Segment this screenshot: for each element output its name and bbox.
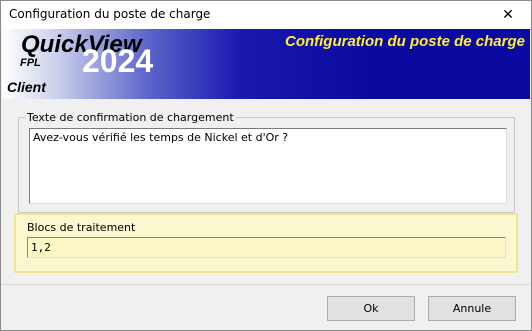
window-title: Configuration du poste de charge [9, 7, 211, 21]
close-icon[interactable]: ✕ [485, 1, 531, 29]
banner-heading: Configuration du poste de charge [284, 33, 525, 50]
confirmation-legend: Texte de confirmation de chargement [25, 111, 236, 124]
logo-sub: FPL [20, 57, 41, 69]
cancel-button[interactable]: Annule [428, 296, 516, 321]
title-bar[interactable]: Configuration du poste de charge ✕ [1, 1, 531, 30]
footer-separator [1, 284, 531, 285]
dialog-window: Configuration du poste de charge ✕ Quick… [0, 0, 532, 331]
confirmation-textarea[interactable]: Avez-vous vérifié les temps de Nickel et… [29, 128, 507, 204]
logo-year: 2024 [82, 43, 154, 79]
blocs-input[interactable]: 1,2 [27, 237, 506, 258]
ok-button[interactable]: Ok [327, 296, 415, 321]
blocs-label: Blocs de traitement [27, 221, 136, 234]
logo-edition: Client [7, 79, 46, 95]
header-banner: QuickView FPL 2024 Client Configuration … [2, 29, 530, 99]
